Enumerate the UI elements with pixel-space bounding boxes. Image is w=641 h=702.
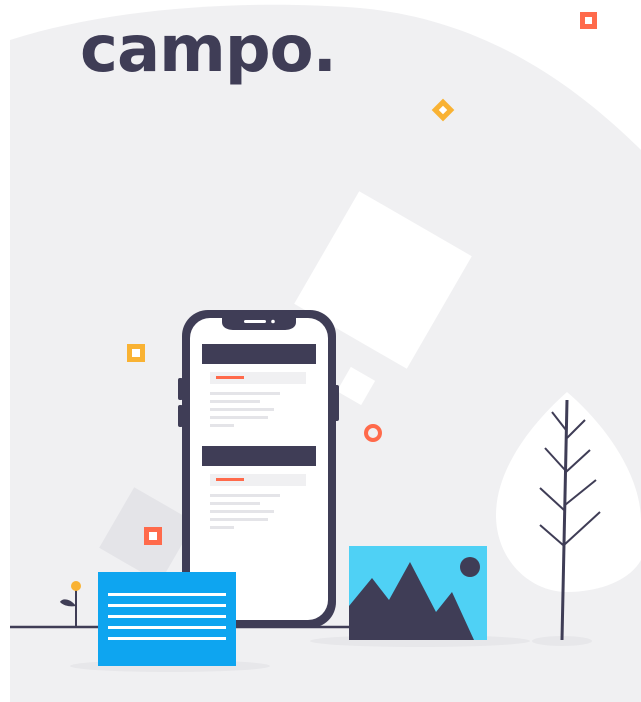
- illustration-scene: campo.: [0, 0, 641, 702]
- confetti-square-icon: [127, 344, 145, 362]
- document-card-icon: [98, 572, 236, 666]
- confetti-square-icon: [144, 527, 162, 545]
- confetti-square-icon: [580, 12, 597, 29]
- illustration-canvas: [10, 4, 641, 702]
- brand-wordmark: campo.: [80, 13, 337, 87]
- mountain-image-icon: [349, 546, 487, 640]
